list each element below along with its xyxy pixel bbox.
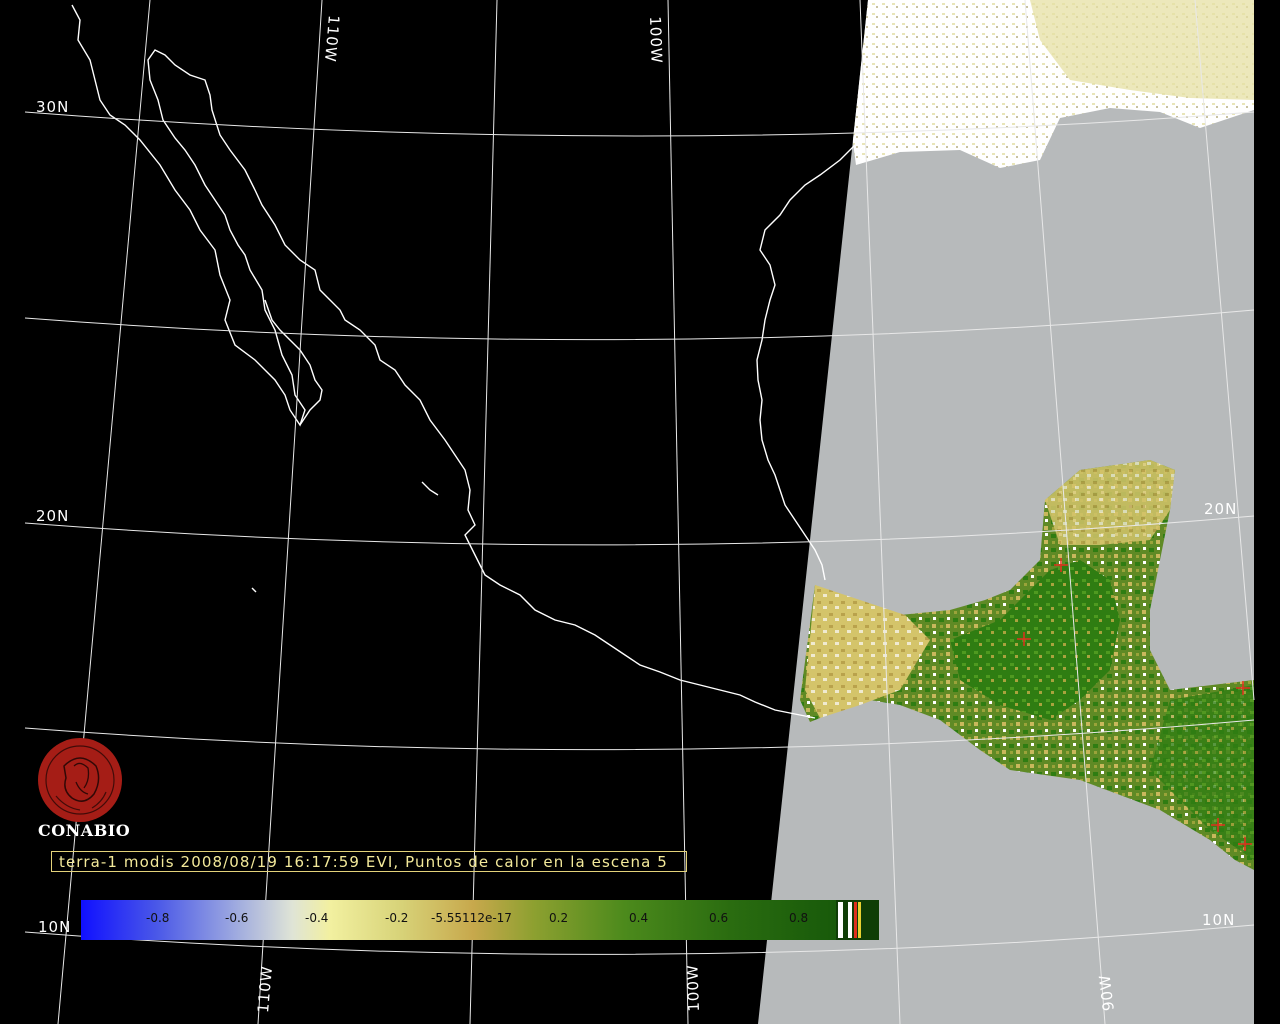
colorbar-swatch-red — [854, 902, 857, 938]
colorbar-swatch-white — [848, 902, 852, 938]
colorbar-tick: -0.8 — [146, 911, 170, 925]
colorbar-tick: 0.6 — [709, 911, 729, 925]
lat-label: 10N — [38, 918, 72, 936]
island — [421, 481, 439, 496]
lat-label: 20N — [1204, 500, 1238, 518]
colorbar-swatch-white — [838, 902, 843, 938]
colorbar-tick: -0.2 — [385, 911, 409, 925]
island — [251, 587, 257, 593]
colorbar-swatch-yellow — [858, 902, 861, 938]
colorbar-tick: 0.2 — [549, 911, 569, 925]
swath — [758, 0, 1254, 1024]
map-view: 30N 20N 20N 10N 10N 110W 100W 110W 100W … — [0, 0, 1280, 1024]
colorbar-tick: 0.4 — [629, 911, 649, 925]
lat-label: 30N — [36, 98, 70, 116]
colorbar-tick: -0.4 — [305, 911, 329, 925]
colorbar-tick: -0.6 — [225, 911, 249, 925]
gulf-of-california-coast — [264, 299, 323, 426]
colorbar-tick: -5.55112e-17 — [431, 911, 512, 925]
colorbar-tick: 0.8 — [789, 911, 809, 925]
pacific-coastline — [71, 4, 816, 719]
lat-label: 10N — [1202, 911, 1236, 929]
lat-label: 20N — [36, 507, 70, 525]
conabio-logo-text: CONABIO — [38, 821, 131, 840]
scene-caption: terra-1 modis 2008/08/19 16:17:59 EVI, P… — [51, 851, 687, 872]
lon-label: 100W — [683, 963, 703, 1012]
coastlines — [71, 4, 856, 719]
lon-label: 100W — [646, 16, 666, 65]
